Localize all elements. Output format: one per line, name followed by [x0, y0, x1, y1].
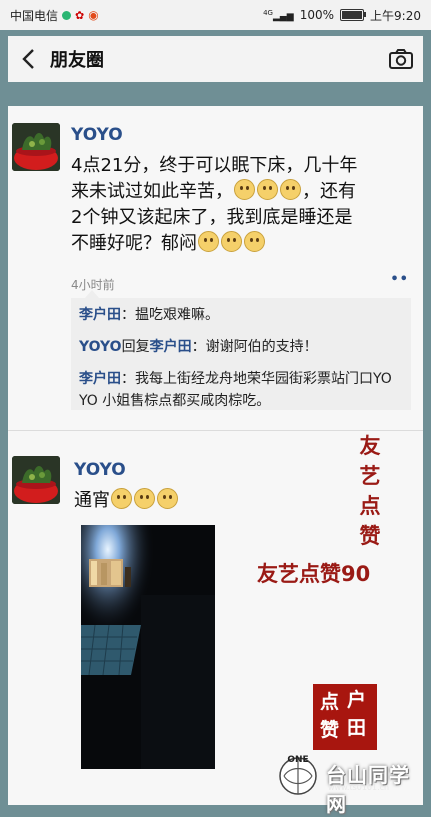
comment-text: ：揾吃艰难嘛。 — [121, 307, 219, 323]
camera-button[interactable] — [379, 36, 423, 82]
blush-emoji-icon — [244, 231, 265, 252]
night-street-image — [81, 525, 215, 769]
signal-icon: 4G▂▄▆ — [263, 8, 294, 22]
comment-item[interactable]: YOYO回复李户田：谢谢阿伯的支持！ — [79, 336, 403, 358]
status-bar: 中国电信 ✿ ◉ 4G▂▄▆ 100% 上午9:20 — [0, 0, 431, 30]
clock: 上午9:20 — [370, 8, 421, 23]
blush-emoji-icon — [234, 179, 255, 200]
app-notification-icon — [62, 10, 72, 20]
page-title: 朋友圈 — [50, 50, 104, 71]
post-text-line: 2个钟又该起床了，我到底是睡还是 — [71, 207, 353, 228]
post-text-line: 来未试过如此辛苦， ，还有 — [71, 179, 356, 202]
avatar-image — [12, 456, 60, 504]
moments-feed: YOYO 4点21分，终于可以眠下床，几十年 来未试过如此辛苦， ，还有 2个钟又… — [8, 106, 423, 805]
more-actions-button[interactable]: •• — [390, 272, 409, 287]
watermark-url: www.ts0101.cn — [328, 783, 390, 792]
chevron-left-icon — [22, 49, 34, 69]
blush-emoji-icon — [198, 231, 219, 252]
comment-item[interactable]: 李户田：揾吃艰难嘛。 — [79, 304, 403, 326]
weibo-icon: ◉ — [88, 8, 99, 22]
avatar-image — [12, 123, 60, 171]
vertical-stamp-text: 友 艺 点 赞 — [359, 434, 381, 548]
avatar[interactable] — [12, 456, 60, 504]
blush-emoji-icon — [257, 179, 278, 200]
comment-box-arrow — [85, 290, 99, 298]
camera-icon — [389, 49, 413, 69]
reply-label: 回复 — [121, 339, 150, 355]
post-author[interactable]: YOYO — [71, 125, 123, 145]
comment-item[interactable]: 李户田：我每上街经龙舟地荣华园街彩票站门口YO YO 小姐售棕点都买咸肉棕吃。 — [79, 368, 403, 412]
post-text: 4点21分，终于可以眠下床，几十年 来未试过如此辛苦， ，还有 2个钟又该起床了，… — [71, 153, 411, 257]
carrier-label: 中国电信 — [10, 8, 59, 23]
blush-emoji-icon — [111, 488, 132, 509]
blush-emoji-icon — [134, 488, 155, 509]
comment-author[interactable]: YOYO — [79, 339, 122, 355]
comment-box: 李户田：揾吃艰难嘛。 YOYO回复李户田：谢谢阿伯的支持！ 李户田：我每上街经龙… — [71, 290, 411, 412]
watermark-logo-icon: ONE — [279, 755, 317, 795]
site-watermark: ONE 台山同学网 www.ts0101.cn — [276, 750, 426, 816]
blush-emoji-icon — [157, 488, 178, 509]
comment-author[interactable]: 李户田 — [79, 307, 121, 323]
battery-percent: 100% — [299, 8, 335, 22]
post-text-line: 4点21分，终于可以眠下床，几十年 — [71, 155, 358, 176]
reply-to-author[interactable]: 李户田 — [150, 339, 192, 355]
comment-text: ：谢谢阿伯的支持！ — [191, 339, 318, 355]
red-seal: 户 点 田 赞 — [313, 684, 377, 750]
comment-author[interactable]: 李户田 — [79, 371, 121, 387]
avatar[interactable] — [12, 123, 60, 171]
back-button[interactable] — [8, 36, 48, 82]
nav-bar: 朋友圈 — [8, 36, 423, 82]
comment-text: ：我每上街经龙舟地荣华园街彩票站门口YO YO 小姐售棕点都买咸肉棕吃。 — [79, 371, 392, 409]
blush-emoji-icon — [221, 231, 242, 252]
post-text-line: 不睡好呢？郁闷 — [71, 231, 411, 257]
huawei-icon: ✿ — [75, 8, 85, 22]
battery-icon — [340, 9, 367, 21]
post-photo[interactable] — [81, 525, 215, 769]
blush-emoji-icon — [280, 179, 301, 200]
svg-text:ONE: ONE — [287, 755, 308, 765]
post-author[interactable]: YOYO — [74, 460, 126, 480]
like-stamp-text: 友艺点赞90 — [257, 562, 371, 586]
